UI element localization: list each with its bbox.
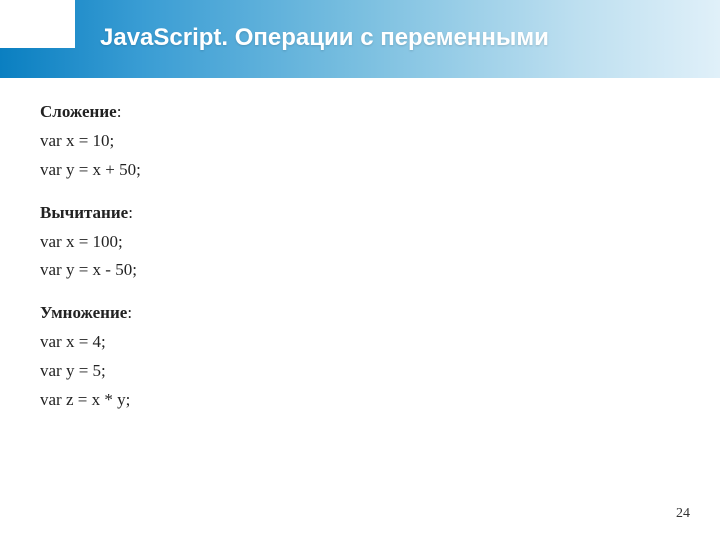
section-addition: Сложение: var x = 10; var y = x + 50;	[40, 98, 680, 185]
header-accent-block	[0, 0, 75, 48]
section-heading-text: Сложение	[40, 102, 117, 121]
section-heading-text: Умножение	[40, 303, 127, 322]
code-line: var y = x + 50;	[40, 156, 680, 185]
section-heading-text: Вычитание	[40, 203, 128, 222]
section-heading: Вычитание:	[40, 199, 680, 228]
code-line: var z = x * y;	[40, 386, 680, 415]
section-multiplication: Умножение: var x = 4; var y = 5; var z =…	[40, 299, 680, 415]
section-heading: Умножение:	[40, 299, 680, 328]
code-line: var y = 5;	[40, 357, 680, 386]
code-line: var x = 4;	[40, 328, 680, 357]
page-number: 24	[676, 506, 690, 522]
slide-title: JavaScript. Операции с переменными	[100, 24, 549, 52]
section-heading: Сложение:	[40, 98, 680, 127]
slide-header: JavaScript. Операции с переменными	[0, 0, 720, 78]
code-line: var y = x - 50;	[40, 256, 680, 285]
code-line: var x = 100;	[40, 228, 680, 257]
code-line: var x = 10;	[40, 127, 680, 156]
slide-content: Сложение: var x = 10; var y = x + 50; Вы…	[0, 78, 720, 415]
section-subtraction: Вычитание: var x = 100; var y = x - 50;	[40, 199, 680, 286]
